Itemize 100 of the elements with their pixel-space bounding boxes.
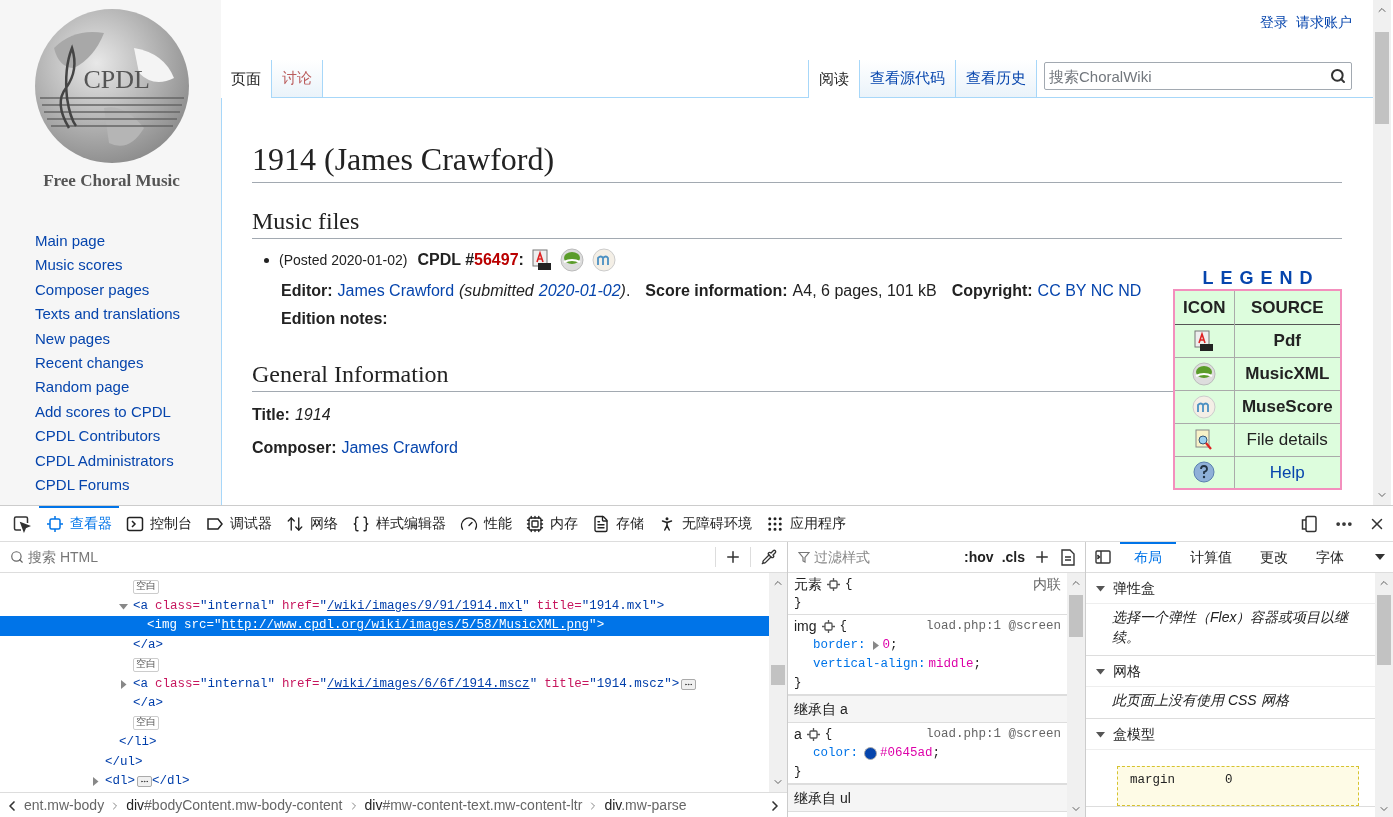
- markup-token: <img: [147, 617, 177, 635]
- search-field[interactable]: 搜索ChoralWiki: [1044, 62, 1352, 90]
- info-field: Title: 1914: [252, 405, 1173, 425]
- devtools-tab[interactable]: 调试器: [199, 505, 279, 542]
- sidebar-link[interactable]: CPDL Administrators: [35, 448, 174, 474]
- help-link[interactable]: Help: [1269, 462, 1305, 482]
- dropdown-caret-icon[interactable]: [1375, 554, 1385, 560]
- breadcrumb[interactable]: ent.mw-body: [24, 795, 105, 816]
- section-toggle[interactable]: 弹性盒: [1086, 573, 1375, 603]
- style-filter-field[interactable]: 过滤样式: [814, 546, 924, 568]
- markup-node[interactable]: <dl> </dl>: [0, 772, 769, 792]
- disc-icon: [1192, 361, 1217, 386]
- view-tab[interactable]: 查看历史: [955, 60, 1036, 98]
- expand-icon[interactable]: [871, 641, 880, 650]
- breadcrumb[interactable]: div#mw-content-text.mw-content-ltr: [364, 795, 583, 816]
- scroll-thumb[interactable]: [771, 665, 785, 685]
- rule-source[interactable]: load.php:1 @screen: [925, 725, 1061, 744]
- html-search-field[interactable]: 搜索 HTML: [28, 546, 715, 568]
- rule-brace: {: [824, 726, 833, 744]
- rule-source[interactable]: load.php:1 @screen: [925, 617, 1061, 636]
- markup-token: ": [319, 675, 328, 693]
- view-tab[interactable]: 查看源代码: [859, 60, 955, 98]
- class-toggle[interactable]: .cls: [1001, 546, 1025, 568]
- twisty-icon[interactable]: [119, 679, 128, 689]
- markup-node[interactable]: <a class="internal" href="/wiki/images/6/6f/1914.mscz" title="1914.mscz">: [0, 674, 769, 694]
- edition-notes: Edition notes:: [280, 309, 389, 329]
- devtools-tab[interactable]: 样式编辑器: [345, 505, 453, 542]
- section-toggle[interactable]: 网格: [1086, 656, 1375, 686]
- devtools-tab[interactable]: 应用程序: [759, 505, 853, 542]
- devtools-tab[interactable]: 网络: [279, 505, 345, 542]
- expand-more-icon[interactable]: [137, 776, 152, 788]
- sidebar-link[interactable]: Music scores: [35, 253, 123, 278]
- rule-selector: a: [794, 725, 802, 744]
- sidebar-link[interactable]: Texts and translations: [35, 302, 181, 327]
- layout-tab[interactable]: 布局: [1120, 541, 1176, 573]
- markup-link[interactable]: /wiki/images/9/91/1914.mxl: [327, 596, 523, 616]
- page-title: 1914 (James Crawford): [252, 138, 1342, 183]
- markup-token: title=: [544, 675, 590, 693]
- markup-token: href=: [282, 675, 320, 693]
- markup-link[interactable]: http://www.cpdl.org/wiki/images/5/58/MusicXML.png: [221, 616, 590, 636]
- layout-tab[interactable]: 计算值: [1176, 541, 1246, 573]
- layout-tab[interactable]: 字体: [1302, 541, 1358, 573]
- sidebar-link[interactable]: Add scores to CPDL: [35, 399, 171, 425]
- document-icon[interactable]: [1061, 548, 1075, 566]
- scroll-thumb[interactable]: [1069, 595, 1083, 637]
- magnifier-page-icon: [1195, 428, 1214, 451]
- devtools-tab[interactable]: 内存: [519, 505, 585, 542]
- hover-state-toggle[interactable]: :hov: [964, 546, 994, 568]
- css-declaration: vertical-align: middle;: [812, 656, 983, 674]
- box-value[interactable]: 0: [1225, 771, 1233, 790]
- filter-icon: [798, 551, 810, 563]
- devtools-tab[interactable]: 存储: [585, 505, 651, 542]
- sidebar-link[interactable]: Recent changes: [35, 351, 144, 376]
- link[interactable]: James Crawford: [341, 439, 458, 456]
- color-swatch[interactable]: [864, 747, 877, 760]
- breadcrumb[interactable]: div#bodyContent.mw-body-content: [126, 795, 343, 816]
- gear-icon: [806, 728, 820, 741]
- markup-node[interactable]: <img src="http://www.cpdl.org/wiki/images/5/58/MusicXML.png">: [0, 616, 769, 636]
- add-node-icon[interactable]: [724, 548, 742, 566]
- twisty-icon: [1096, 666, 1105, 676]
- devtools-tab[interactable]: 无障碍环境: [651, 505, 759, 542]
- braces-icon: [352, 514, 370, 533]
- add-rule-icon[interactable]: [1033, 548, 1051, 566]
- responsive-icon[interactable]: [1300, 514, 1318, 533]
- markup-token: "1914.mxl": [581, 597, 657, 615]
- sidebar-toggle-icon[interactable]: [1095, 550, 1111, 564]
- account-link[interactable]: 请求账户: [1296, 11, 1352, 33]
- markup-link[interactable]: /wiki/images/6/6f/1914.mscz: [327, 674, 530, 694]
- page-tab[interactable]: 讨论: [272, 60, 323, 98]
- eyedropper-icon[interactable]: [761, 549, 777, 565]
- twisty-icon[interactable]: [91, 777, 100, 787]
- devtools-tab[interactable]: 控制台: [119, 505, 199, 542]
- devtools-tab[interactable]: 性能: [453, 505, 519, 542]
- legend-label: File details: [1246, 429, 1328, 449]
- pdf-icon: [1194, 329, 1215, 352]
- sidebar-link[interactable]: New pages: [35, 326, 111, 352]
- expand-more-icon[interactable]: [681, 678, 697, 690]
- scroll-thumb[interactable]: [1375, 32, 1389, 124]
- sidebar-link[interactable]: Composer pages: [35, 277, 150, 303]
- account-link[interactable]: 登录: [1260, 11, 1288, 33]
- markup-node[interactable]: <a class="internal" href="/wiki/images/9/91/1914.mxl" title="1914.mxl">: [0, 596, 769, 616]
- layout-tab[interactable]: 更改: [1246, 541, 1302, 573]
- devtools-tab[interactable]: 查看器: [39, 505, 119, 542]
- markup-token: <a: [133, 675, 148, 693]
- sidebar-link[interactable]: Main page: [35, 229, 106, 254]
- markup-token: class=: [155, 675, 201, 693]
- markup-token: ": [214, 617, 222, 635]
- section-toggle[interactable]: 盒模型: [1086, 719, 1375, 749]
- sidebar-link[interactable]: Random page: [35, 375, 130, 400]
- scroll-thumb[interactable]: [1377, 595, 1391, 665]
- twisty-icon[interactable]: [119, 601, 128, 611]
- breadcrumb[interactable]: div.mw-parse: [604, 795, 687, 816]
- rule-source[interactable]: 内联: [1033, 574, 1061, 595]
- search-icon[interactable]: [1330, 68, 1346, 84]
- sidebar-link[interactable]: CPDL Contributors: [35, 424, 161, 449]
- markup-token: <a: [133, 597, 148, 615]
- link[interactable]: James Crawford: [337, 282, 455, 299]
- sidebar-link[interactable]: CPDL Forums: [35, 473, 130, 498]
- rule-selector: 元素: [794, 575, 822, 594]
- link[interactable]: CC BY NC ND: [1037, 282, 1142, 299]
